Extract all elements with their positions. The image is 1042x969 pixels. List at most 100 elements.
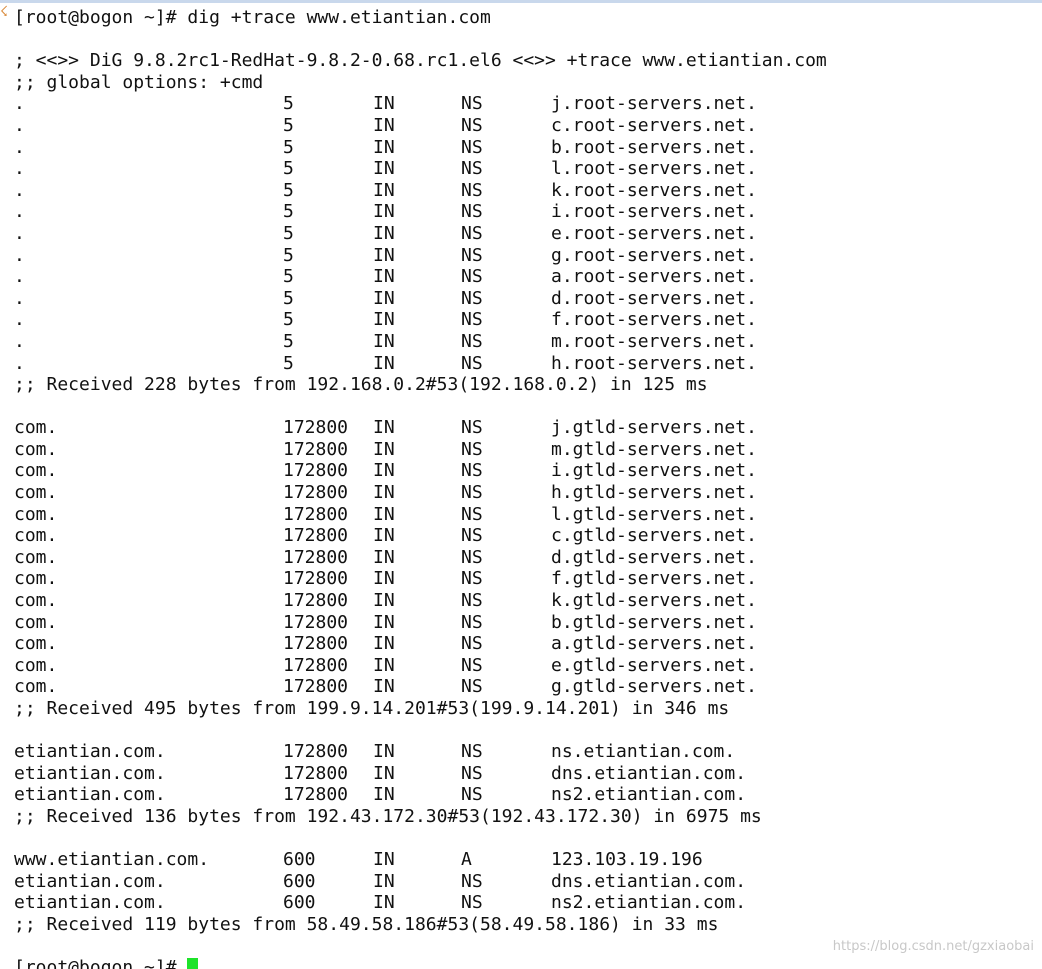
record-data: m.gtld-servers.net. [551,438,757,460]
record-class: IN [373,611,395,633]
record-data: ns.etiantian.com. [551,741,736,763]
record-name: com. [14,503,58,525]
record-type: NS [461,201,483,223]
record-data: b.root-servers.net. [551,136,757,158]
record-data: m.root-servers.net. [551,330,757,352]
record-type: NS [461,546,483,568]
watermark-text: https://blog.csdn.net/gzxiaobai [832,939,1034,954]
record-class: IN [373,222,395,244]
record-name: www.etiantian.com. [14,849,210,871]
record-name: com. [14,525,58,547]
record-type: NS [461,244,483,266]
record-data: ns2.etiantian.com. [551,892,747,914]
record-class: IN [373,352,395,374]
record-ttl: 5 [283,244,294,266]
record-type: NS [461,158,483,180]
record-data: c.gtld-servers.net. [551,525,757,547]
record-data: 123.103.19.196 [551,849,703,871]
record-class: IN [373,309,395,331]
record-row: . 5 IN NS i.root-servers.net. [14,201,827,223]
record-name: . [14,136,25,158]
dig-version-line: ; <<>> DiG 9.8.2rc1-RedHat-9.8.2-0.68.rc… [14,50,827,72]
record-type: NS [461,654,483,676]
record-row: . 5 IN NS h.root-servers.net. [14,353,827,375]
record-ttl: 5 [283,201,294,223]
record-data: j.root-servers.net. [551,93,757,115]
record-name: com. [14,460,58,482]
record-name: . [14,352,25,374]
record-name: com. [14,633,58,655]
record-row: . 5 IN NS e.root-servers.net. [14,223,827,245]
record-data: d.root-servers.net. [551,287,757,309]
received-line-answer: ;; Received 119 bytes from 58.49.58.186#… [14,913,719,935]
record-row: com. 172800 IN NS j.gtld-servers.net. [14,417,827,439]
record-type: NS [461,590,483,612]
record-row: com. 172800 IN NS b.gtld-servers.net. [14,612,827,634]
record-ttl: 172800 [283,482,349,504]
record-data: k.root-servers.net. [551,179,757,201]
record-ttl: 5 [283,309,294,331]
record-data: i.gtld-servers.net. [551,460,757,482]
record-row: com. 172800 IN NS l.gtld-servers.net. [14,504,827,526]
text-cursor [187,958,199,969]
record-data: j.gtld-servers.net. [551,417,757,439]
record-type: NS [461,114,483,136]
record-class: IN [373,849,395,871]
record-name: com. [14,568,58,590]
record-ttl: 5 [283,352,294,374]
record-data: f.root-servers.net. [551,309,757,331]
record-ttl: 172800 [283,460,349,482]
record-row: com. 172800 IN NS c.gtld-servers.net. [14,525,827,547]
record-ttl: 172800 [283,762,349,784]
record-class: IN [373,179,395,201]
record-row: . 5 IN NS l.root-servers.net. [14,158,827,180]
margin-marker-icon: ☇ [0,4,9,20]
record-class: IN [373,568,395,590]
record-row: . 5 IN NS f.root-servers.net. [14,309,827,331]
record-type: NS [461,309,483,331]
record-data: e.root-servers.net. [551,222,757,244]
record-type: NS [461,287,483,309]
record-class: IN [373,438,395,460]
record-name: . [14,158,25,180]
record-ttl: 5 [283,222,294,244]
record-name: com. [14,417,58,439]
record-class: IN [373,266,395,288]
record-row: . 5 IN NS j.root-servers.net. [14,93,827,115]
record-data: dns.etiantian.com. [551,870,747,892]
record-row: . 5 IN NS m.root-servers.net. [14,331,827,353]
record-type: NS [461,352,483,374]
record-class: IN [373,287,395,309]
record-row: . 5 IN NS g.root-servers.net. [14,245,827,267]
record-type: NS [461,482,483,504]
record-row: www.etiantian.com. 600 IN A 123.103.19.196 [14,849,827,871]
current-prompt-line[interactable]: [root@bogon ~]# [14,957,827,969]
record-data: l.root-servers.net. [551,158,757,180]
record-ttl: 5 [283,266,294,288]
record-class: IN [373,870,395,892]
domain-ns-records: etiantian.com. 172800 IN NS ns.etiantian.com… [14,741,827,806]
record-row: etiantian.com. 172800 IN NS ns2.etiantian.co… [14,784,827,806]
record-name: etiantian.com. [14,870,166,892]
record-ttl: 5 [283,93,294,115]
record-name: . [14,179,25,201]
shell-prompt: [root@bogon ~]# [14,957,188,969]
record-ttl: 5 [283,287,294,309]
record-class: IN [373,892,395,914]
record-class: IN [373,590,395,612]
record-type: NS [461,892,483,914]
record-row: . 5 IN NS k.root-servers.net. [14,180,827,202]
answer-records: www.etiantian.com. 600 IN A 123.103.19.196 et… [14,849,827,914]
record-class: IN [373,201,395,223]
record-name: . [14,266,25,288]
record-row: com. 172800 IN NS g.gtld-servers.net. [14,676,827,698]
record-type: NS [461,438,483,460]
terminal-window[interactable]: ☇ [root@bogon ~]# dig +trace www.etianti… [0,0,1042,969]
record-row: . 5 IN NS b.root-servers.net. [14,137,827,159]
record-row: com. 172800 IN NS d.gtld-servers.net. [14,547,827,569]
record-row: . 5 IN NS d.root-servers.net. [14,288,827,310]
record-class: IN [373,93,395,115]
record-name: com. [14,482,58,504]
record-class: IN [373,762,395,784]
record-name: com. [14,546,58,568]
